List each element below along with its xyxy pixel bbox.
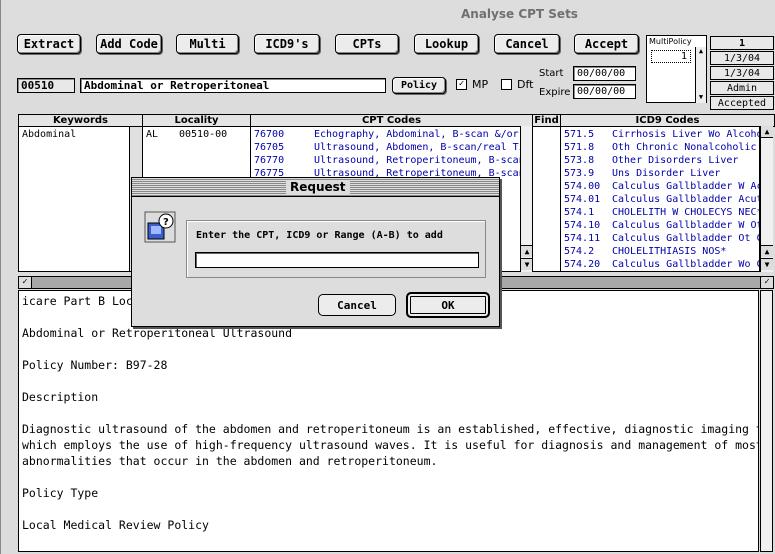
cpt-desc[interactable]: Ultrasound, Abdomen, B-scan/real Time; L [314, 142, 520, 155]
icd9-code[interactable]: 574.1 [564, 207, 594, 220]
dialog-cancel-button[interactable]: Cancel [318, 294, 396, 316]
icd9-desc[interactable]: Calculus Gallbladder Ot Cyst O [612, 233, 759, 246]
icd9-desc[interactable]: Calculus Gallbladder W Acute [612, 181, 759, 194]
check-icon[interactable]: ✓ [19, 277, 32, 288]
multipolicy-header: MultiPolicy [649, 37, 692, 46]
title-bar[interactable]: Analyse CPT Sets [1, 0, 775, 30]
multipolicy-list[interactable]: MultiPolicy 1 ▲ ▼ [646, 35, 707, 103]
window-title: Analyse CPT Sets [461, 7, 578, 21]
date-box-1: 1/3/04 [710, 51, 774, 65]
cpts-button[interactable]: CPTs [335, 34, 399, 54]
text-line: Diagnostic ultrasound of the abdomen and… [22, 422, 759, 436]
icd9-code[interactable]: 571.5 [564, 129, 594, 142]
icd9-code[interactable]: 574.20 [564, 259, 600, 271]
cpt-code[interactable]: 76705 [254, 142, 284, 155]
dialog-prompt: Enter the CPT, ICD9 or Range (A-B) to ad… [196, 230, 443, 241]
policy-number-field[interactable]: 00510 [17, 78, 75, 93]
help-question-icon: ? [144, 211, 176, 243]
start-date-field[interactable]: 00/00/00 [573, 66, 636, 81]
icd9-desc[interactable]: Uns Disorder Liver [612, 168, 720, 181]
icd9-codes-list[interactable]: 571.5 Cirrhosis Liver Wo Alcohol 571.8 O… [560, 126, 760, 272]
icd9-code[interactable]: 573.8 [564, 155, 594, 168]
text-line: abnormalities that occur in the abdomen … [22, 454, 438, 468]
icd9-code[interactable]: 571.8 [564, 142, 594, 155]
icd9-code[interactable]: 574.00 [564, 181, 600, 194]
icd9-desc[interactable]: Calculus Gallbladder W Otcyst [612, 220, 759, 233]
text-line: icare Part B Local [22, 294, 147, 308]
policy-name-field[interactable]: Abdominal or Retroperitoneal [80, 78, 386, 93]
mp-label: MP [472, 78, 489, 91]
icd9-desc[interactable]: Oth Chronic Nonalcoholic Live [612, 142, 759, 155]
svg-text:?: ? [163, 217, 169, 228]
icd9-desc[interactable]: Cirrhosis Liver Wo Alcohol [612, 129, 759, 142]
icd9-desc[interactable]: CHOLELITH W CHOLECYS NEC* [612, 207, 759, 220]
text-line: Abdominal or Retroperitoneal Ultrasound [22, 326, 293, 340]
text-line: Policy Number: B97-28 [22, 358, 168, 372]
scroll-up-arrow-icon[interactable]: ▲ [761, 126, 773, 138]
multi-button[interactable]: Multi [176, 34, 239, 54]
icd9-code[interactable]: 574.10 [564, 220, 600, 233]
icd9-code[interactable]: 574.2 [564, 246, 594, 259]
icd9-desc[interactable]: Calculus Gallbladder Acutecys [612, 194, 759, 207]
scroll-up-arrow-icon[interactable]: ▲ [696, 47, 706, 57]
icd9-desc[interactable]: Calculus Gallbladder Wo Cysti [612, 259, 759, 271]
icd9-desc[interactable]: CHOLELITHIASIS NOS* [612, 246, 726, 259]
icd9-code[interactable]: 574.11 [564, 233, 600, 246]
policy-button[interactable]: Policy [392, 77, 446, 94]
scroll-up-arrow-icon[interactable]: ▲ [761, 245, 773, 257]
expire-label: Expire [539, 87, 571, 98]
scroll-down-arrow-icon[interactable]: ▼ [761, 258, 773, 270]
dialog-ok-button[interactable]: OK [406, 292, 490, 318]
dft-label: Dft [517, 78, 534, 91]
icd9s-button[interactable]: ICD9's [254, 34, 320, 54]
text-scrollbar[interactable] [760, 290, 773, 552]
multipolicy-scrollbar[interactable]: ▲ ▼ [695, 47, 706, 103]
status-box: Accepted [710, 96, 774, 110]
list-item[interactable]: Abdominal [22, 129, 76, 142]
extract-button[interactable]: Extract [17, 34, 81, 54]
expire-date-field[interactable]: 00/00/00 [573, 84, 636, 99]
policy-text-area[interactable]: icare Part B Local Abdominal or Retroper… [18, 290, 759, 552]
cpt-code[interactable]: 76770 [254, 155, 284, 168]
scroll-down-arrow-icon[interactable]: ▼ [696, 93, 706, 103]
find-column[interactable] [532, 126, 561, 272]
add-code-button[interactable]: Add Code [96, 34, 162, 54]
text-line: Local Medical Review Policy [22, 518, 209, 532]
user-box: Admin [710, 81, 774, 95]
start-label: Start [539, 68, 564, 79]
icd9-scrollbar[interactable]: ▲ ▲ ▼ [760, 126, 773, 272]
cancel-button[interactable]: Cancel [494, 34, 560, 54]
icd9-code[interactable]: 573.9 [564, 168, 594, 181]
dialog-title-bar[interactable]: Request [132, 178, 499, 197]
locality-code[interactable]: 00510-00 [179, 129, 227, 142]
input-group [186, 220, 486, 278]
dft-checkbox[interactable] [501, 79, 512, 90]
text-line: which employs the use of high-frequency … [22, 438, 759, 452]
icd9-code[interactable]: 574.01 [564, 194, 600, 207]
lookup-button[interactable]: Lookup [414, 34, 479, 54]
cpt-desc[interactable]: Echography, Abdominal, B-scan &/or Real [314, 129, 520, 142]
text-line: Policy Type [22, 486, 99, 500]
date-box-2: 1/3/04 [710, 66, 774, 80]
dialog-title: Request [286, 180, 350, 194]
keywords-list[interactable]: Abdominal [18, 126, 130, 272]
locality-state[interactable]: AL [146, 129, 158, 142]
code-input[interactable] [195, 252, 479, 268]
cpt-code[interactable]: 76700 [254, 129, 284, 142]
analyse-cpt-window: Analyse CPT Sets Extract Add Code Multi … [0, 0, 775, 554]
icd9-desc[interactable]: Other Disorders Liver [612, 155, 738, 168]
mp-checkbox[interactable]: ✓ [456, 79, 467, 90]
accept-button[interactable]: Accept [574, 34, 639, 54]
request-dialog: Request ? Enter the CPT, ICD9 or Range (… [131, 177, 500, 327]
text-line: Description [22, 390, 99, 404]
cpt-desc[interactable]: Ultrasound, Retroperitoneum, B-scan/rea [314, 155, 520, 168]
policy-count: 1 [710, 36, 774, 50]
check-icon[interactable]: ✓ [760, 277, 773, 288]
multipolicy-item[interactable]: 1 [651, 50, 691, 63]
